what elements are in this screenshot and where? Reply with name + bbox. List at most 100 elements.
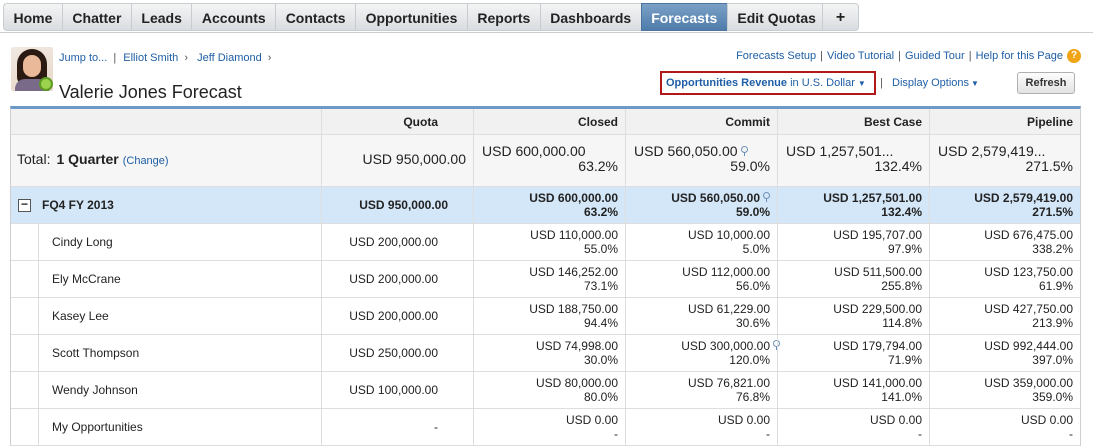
table-row[interactable]: Ely McCrane USD 200,000.00 USD 146,252.0… [11, 261, 1080, 298]
person-name[interactable]: Wendy Johnson [52, 383, 138, 397]
person-name[interactable]: Scott Thompson [52, 346, 139, 360]
period-closed[interactable]: USD 600,000.00 63.2% [473, 187, 625, 223]
breadcrumb-jeff-diamond[interactable]: Jeff Diamond [197, 52, 262, 64]
period-pipeline[interactable]: USD 2,579,419.00 271.5% [929, 187, 1080, 223]
header-commit[interactable]: Commit [625, 109, 777, 134]
person-commit[interactable]: USD 300,000.00 120.0% [625, 335, 780, 371]
pipeline-amount: USD 427,750.00 [984, 302, 1073, 316]
person-quota[interactable]: USD 200,000.00 [321, 298, 445, 334]
best-case-percent: 97.9% [887, 242, 922, 256]
add-tab-button[interactable]: + [821, 3, 860, 31]
person-name[interactable]: Cindy Long [52, 235, 113, 249]
tab-leads[interactable]: Leads [130, 3, 192, 31]
tab-bar: Home Chatter Leads Accounts Contacts Opp… [0, 0, 1093, 33]
tab-accounts[interactable]: Accounts [191, 3, 276, 31]
total-commit-percent: 59.0% [730, 158, 770, 174]
person-name[interactable]: Kasey Lee [52, 309, 109, 323]
person-quota[interactable]: USD 100,000.00 [321, 372, 445, 408]
collapse-icon[interactable]: − [18, 198, 31, 212]
person-pipeline[interactable]: USD 123,750.00 61.9% [929, 261, 1080, 297]
adjustment-icon[interactable] [763, 192, 770, 203]
header-quota[interactable]: Quota [321, 109, 445, 134]
table-row[interactable]: Scott Thompson USD 250,000.00 USD 74,998… [11, 335, 1080, 372]
person-quota[interactable]: USD 200,000.00 [321, 261, 445, 297]
person-commit[interactable]: USD 0.00- [625, 409, 777, 445]
person-closed[interactable]: USD 80,000.00 80.0% [473, 372, 625, 408]
tab-forecasts[interactable]: Forecasts [640, 3, 727, 31]
pipeline-percent: 213.9% [1032, 316, 1073, 330]
period-row[interactable]: − FQ4 FY 2013 USD 950,000.00 USD 600,000… [11, 187, 1080, 224]
total-closed-percent: 63.2% [578, 158, 618, 174]
tab-home[interactable]: Home [3, 3, 62, 31]
person-commit[interactable]: USD 10,000.00 5.0% [625, 224, 777, 260]
person-best-case[interactable]: USD 229,500.00 114.8% [777, 298, 929, 334]
person-closed[interactable]: USD 110,000.00 55.0% [473, 224, 625, 260]
refresh-button[interactable]: Refresh [1017, 72, 1075, 94]
header-closed[interactable]: Closed [473, 109, 625, 134]
person-best-case[interactable]: USD 195,707.00 97.9% [777, 224, 929, 260]
person-pipeline[interactable]: USD 359,000.00 359.0% [929, 372, 1080, 408]
chevron-down-icon: ▼ [857, 79, 866, 88]
page-title: Valerie Jones Forecast [59, 82, 242, 102]
table-row[interactable]: Wendy Johnson USD 100,000.00 USD 80,000.… [11, 372, 1080, 409]
person-closed[interactable]: USD 0.00- [473, 409, 625, 445]
closed-percent: 30.0% [583, 353, 618, 367]
commit-percent: 5.0% [742, 242, 770, 256]
table-row[interactable]: Kasey Lee USD 200,000.00 USD 188,750.00 9… [11, 298, 1080, 335]
best-case-percent: 71.9% [887, 353, 922, 367]
total-pipeline-amount: USD 2,579,419... [938, 143, 1046, 159]
person-name[interactable]: My Opportunities [52, 420, 143, 434]
period-pipeline-percent: 271.5% [1032, 205, 1073, 219]
period-commit[interactable]: USD 560,050.00 59.0% [625, 187, 777, 223]
best-case-amount: USD 179,794.00 [833, 339, 922, 353]
person-pipeline[interactable]: USD 992,444.00 397.0% [929, 335, 1080, 371]
person-best-case[interactable]: USD 179,794.00 71.9% [777, 335, 929, 371]
person-quota[interactable]: USD 200,000.00 [321, 224, 445, 260]
forecast-type-label: Opportunities Revenue [666, 77, 788, 89]
help-icon[interactable]: ? [1067, 49, 1081, 63]
forecast-currency-label: in U.S. Dollar [787, 77, 855, 89]
closed-amount: USD 188,750.00 [529, 302, 618, 316]
person-closed[interactable]: USD 146,252.00 73.1% [473, 261, 625, 297]
person-commit[interactable]: USD 61,229.00 30.6% [625, 298, 777, 334]
period-closed-percent: 63.2% [583, 205, 618, 219]
tab-chatter[interactable]: Chatter [61, 3, 131, 31]
period-commit-value: USD 560,050.00 [671, 191, 760, 205]
guided-tour-link[interactable]: Guided Tour [905, 50, 965, 62]
tab-edit-quotas[interactable]: Edit Quotas [726, 3, 822, 31]
best-case-percent: 141.0% [881, 390, 922, 404]
tab-opportunities[interactable]: Opportunities [355, 3, 467, 31]
breadcrumb-arrow-icon: › [267, 52, 272, 64]
video-tutorial-link[interactable]: Video Tutorial [827, 50, 894, 62]
period-best-case[interactable]: USD 1,257,501.00 132.4% [777, 187, 929, 223]
tab-reports[interactable]: Reports [466, 3, 540, 31]
person-closed[interactable]: USD 74,998.00 30.0% [473, 335, 625, 371]
person-pipeline[interactable]: USD 427,750.00 213.9% [929, 298, 1080, 334]
period-quota: USD 950,000.00 [321, 187, 455, 223]
forecast-type-dropdown[interactable]: Opportunities Revenue in U.S. Dollar ▼ [660, 71, 876, 95]
header-pipeline[interactable]: Pipeline [929, 109, 1080, 134]
person-name[interactable]: Ely McCrane [52, 272, 121, 286]
change-period-link[interactable]: (Change) [123, 155, 169, 167]
header-best-case[interactable]: Best Case [777, 109, 929, 134]
adjustment-icon[interactable] [740, 146, 748, 157]
breadcrumb-elliot-smith[interactable]: Elliot Smith [123, 52, 178, 64]
person-quota[interactable]: USD 250,000.00 [321, 335, 445, 371]
person-best-case[interactable]: USD 141,000.00 141.0% [777, 372, 929, 408]
person-pipeline[interactable]: USD 676,475.00 338.2% [929, 224, 1080, 260]
person-pipeline[interactable]: USD 0.00- [929, 409, 1080, 445]
person-best-case[interactable]: USD 0.00- [777, 409, 929, 445]
person-best-case[interactable]: USD 511,500.00 255.8% [777, 261, 929, 297]
tab-contacts[interactable]: Contacts [275, 3, 356, 31]
person-closed[interactable]: USD 188,750.00 94.4% [473, 298, 625, 334]
total-quota: USD 950,000.00 [321, 135, 473, 186]
person-commit[interactable]: USD 112,000.00 56.0% [625, 261, 777, 297]
table-row[interactable]: Cindy Long USD 200,000.00 USD 110,000.00… [11, 224, 1080, 261]
display-options-dropdown[interactable]: Display Options ▼ [892, 77, 979, 89]
person-commit[interactable]: USD 76,821.00 76.8% [625, 372, 777, 408]
tab-dashboards[interactable]: Dashboards [539, 3, 641, 31]
jump-to-link[interactable]: Jump to... [59, 52, 107, 64]
table-row[interactable]: My Opportunities - USD 0.00- USD 0.00- U… [11, 409, 1080, 446]
forecasts-setup-link[interactable]: Forecasts Setup [736, 50, 816, 62]
help-for-page-link[interactable]: Help for this Page [976, 50, 1063, 62]
